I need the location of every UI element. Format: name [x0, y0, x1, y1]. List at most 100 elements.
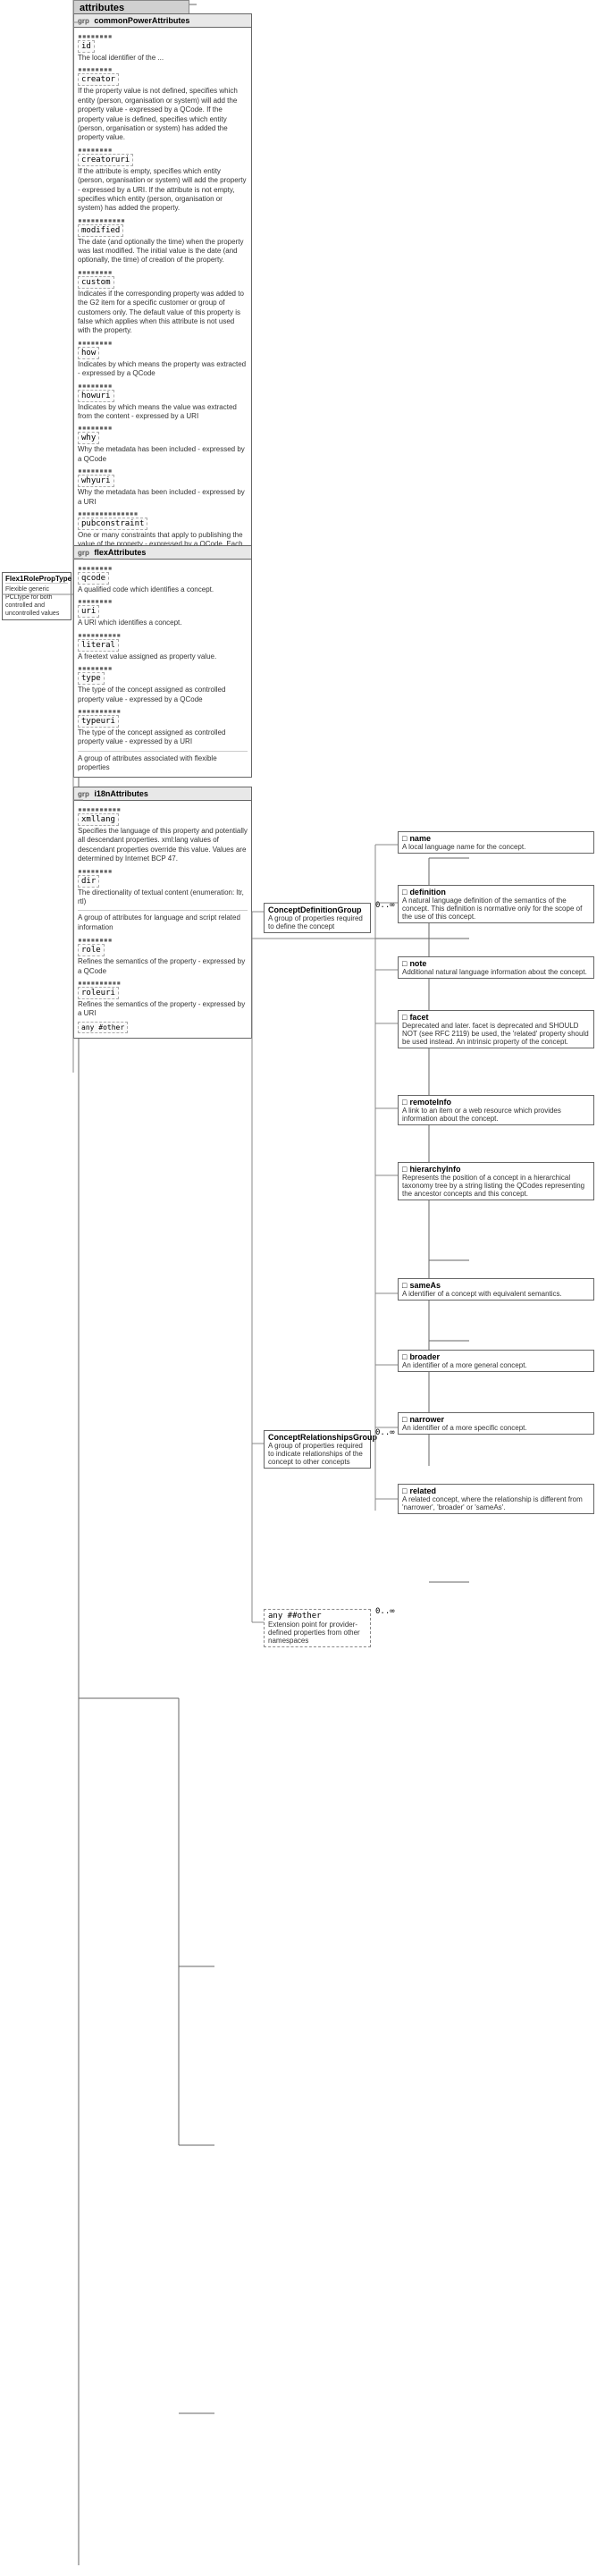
any-other-bottom-box: any ##other Extension point for provider…	[264, 1609, 371, 1647]
field-custom-desc: Indicates if the corresponding property …	[78, 290, 248, 336]
hierarchy-info-icon: □	[402, 1165, 407, 1174]
field-creator-name: creator	[78, 73, 119, 86]
field-how-desc: Indicates by which means the property wa…	[78, 360, 248, 379]
facet-box: □ facet Deprecated and later. facet is d…	[398, 1010, 594, 1048]
definition-icon: □	[402, 888, 407, 897]
narrower-icon: □	[402, 1415, 407, 1424]
field-howuri-desc: Indicates by which means the value was e…	[78, 403, 248, 422]
field-creator: ▪▪▪▪▪▪▪▪ creator If the property value i…	[78, 65, 248, 142]
name-field: name	[409, 834, 431, 843]
field-xmllang: ▪▪▪▪▪▪▪▪▪▪ xmllang Specifies the languag…	[78, 805, 248, 864]
hierarchy-info-box: □ hierarchyInfo Represents the position …	[398, 1162, 594, 1200]
flex-attributes-title-text: flexAttributes	[94, 548, 146, 557]
field-custom-name: custom	[78, 276, 114, 289]
i18n-attributes-title: grp i18nAttributes	[74, 787, 251, 801]
field-literal-name: literal	[78, 639, 119, 652]
note-icon: □	[402, 959, 407, 968]
field-literal: ▪▪▪▪▪▪▪▪▪▪ literal A freetext value assi…	[78, 631, 248, 661]
any-other-bottom-desc: Extension point for provider-defined pro…	[268, 1621, 366, 1645]
common-power-title: grp commonPowerAttributes	[74, 14, 251, 28]
concept-rel-title: ConceptRelationshipsGroup	[268, 1433, 366, 1442]
field-why: ▪▪▪▪▪▪▪▪ why Why the metadata has been i…	[78, 424, 248, 464]
field-type: ▪▪▪▪▪▪▪▪ type The type of the concept as…	[78, 664, 248, 704]
field-id-desc: The local identifier of the ...	[78, 54, 248, 63]
field-why-desc: Why the metadata has been included - exp…	[78, 445, 248, 464]
field-qcode-name: qcode	[78, 572, 109, 585]
same-as-desc: A identifier of a concept with equivalen…	[402, 1290, 590, 1298]
concept-def-multiplicity: 0..∞	[375, 901, 395, 910]
facet-icon: □	[402, 1013, 407, 1022]
field-how: ▪▪▪▪▪▪▪▪ how Indicates by which means th…	[78, 339, 248, 379]
concept-definition-group-connector: ConceptDefinitionGroup A group of proper…	[264, 903, 371, 933]
field-whyuri: ▪▪▪▪▪▪▪▪ whyuri Why the metadata has bee…	[78, 467, 248, 507]
definition-desc: A natural language definition of the sem…	[402, 897, 590, 921]
any-other-bottom-name: any ##other	[268, 1612, 366, 1621]
field-modified-desc: The date (and optionally the time) when …	[78, 238, 248, 265]
field-pubconstraint-name: pubconstraint	[78, 518, 147, 530]
field-creatoruri: ▪▪▪▪▪▪▪▪ creatoruri If the attribute is …	[78, 146, 248, 214]
field-why-name: why	[78, 432, 99, 444]
field-role-desc: Refines the semantics of the property - …	[78, 957, 248, 976]
name-desc: A local language name for the concept.	[402, 843, 590, 851]
field-creatoruri-name: creatoruri	[78, 154, 133, 166]
field-modified-name: modified	[78, 224, 123, 237]
definition-box: □ definition A natural language definiti…	[398, 885, 594, 923]
i18n-attributes-content: ▪▪▪▪▪▪▪▪▪▪ xmllang Specifies the languag…	[74, 801, 251, 1038]
field-roleuri-name: roleuri	[78, 987, 119, 999]
field-qcode: ▪▪▪▪▪▪▪▪ qcode A qualified code which id…	[78, 564, 248, 594]
field-uri-name: uri	[78, 605, 99, 618]
i18n-bottom-desc: A group of attributes for language and s…	[78, 910, 248, 932]
narrower-box: □ narrower An identifier of a more speci…	[398, 1412, 594, 1435]
note-field: note	[409, 959, 426, 968]
diagram-container: attributes grp commonPowerAttributes ▪▪▪…	[0, 0, 605, 2576]
note-box: □ note Additional natural language infor…	[398, 956, 594, 979]
concept-rel-multiplicity: 0..∞	[375, 1428, 395, 1437]
concept-def-title: ConceptDefinitionGroup	[268, 905, 366, 914]
flex-attributes-content: ▪▪▪▪▪▪▪▪ qcode A qualified code which id…	[74, 560, 251, 777]
field-custom: ▪▪▪▪▪▪▪▪ custom Indicates if the corresp…	[78, 268, 248, 336]
field-roleuri-desc: Refines the semantics of the property - …	[78, 1000, 248, 1019]
flex1-role-prop-type-label: Flex1RolePropType Flexible generic PCLty…	[2, 572, 71, 620]
field-role: ▪▪▪▪▪▪▪▪ role Refines the semantics of t…	[78, 936, 248, 976]
field-any-other-name: any #other	[78, 1022, 128, 1033]
broader-desc: An identifier of a more general concept.	[402, 1361, 590, 1369]
title-text: attributes	[80, 3, 124, 13]
flex1-desc: Flexible generic PCLtype for both contro…	[5, 585, 68, 618]
field-creator-desc: If the property value is not defined, sp…	[78, 87, 248, 142]
field-typeuri: ▪▪▪▪▪▪▪▪▪▪ typeuri The type of the conce…	[78, 707, 248, 747]
field-dir: ▪▪▪▪▪▪▪▪ dir The directionality of textu…	[78, 867, 248, 907]
remote-info-icon: □	[402, 1098, 407, 1107]
field-roleuri: ▪▪▪▪▪▪▪▪▪▪ roleuri Refines the semantics…	[78, 979, 248, 1019]
same-as-field: sameAs	[409, 1281, 441, 1290]
field-how-name: how	[78, 347, 99, 359]
field-whyuri-desc: Why the metadata has been included - exp…	[78, 488, 248, 507]
narrower-desc: An identifier of a more specific concept…	[402, 1424, 590, 1432]
related-box: □ related A related concept, where the r…	[398, 1484, 594, 1514]
flex-attributes-box: grp flexAttributes ▪▪▪▪▪▪▪▪ qcode A qual…	[73, 545, 252, 778]
field-type-name: type	[78, 672, 105, 685]
field-id-name: id	[78, 40, 95, 53]
related-field: related	[409, 1486, 436, 1495]
definition-field: definition	[409, 888, 446, 897]
note-desc: Additional natural language information …	[402, 968, 590, 976]
broader-box: □ broader An identifier of a more genera…	[398, 1350, 594, 1372]
hierarchy-info-field: hierarchyInfo	[409, 1165, 460, 1174]
common-power-title-text: commonPowerAttributes	[94, 16, 189, 25]
name-icon: □	[402, 834, 407, 843]
field-role-name: role	[78, 944, 105, 956]
field-howuri-name: howuri	[78, 390, 114, 402]
field-uri: ▪▪▪▪▪▪▪▪ uri A URI which identifies a co…	[78, 597, 248, 627]
field-howuri: ▪▪▪▪▪▪▪▪ howuri Indicates by which means…	[78, 382, 248, 422]
field-uri-desc: A URI which identifies a concept.	[78, 619, 248, 627]
remote-info-field: remoteInfo	[409, 1098, 451, 1107]
field-literal-desc: A freetext value assigned as property va…	[78, 652, 248, 661]
related-icon: □	[402, 1486, 407, 1495]
concept-rel-desc: A group of properties required to indica…	[268, 1442, 366, 1466]
broader-icon: □	[402, 1352, 407, 1361]
i18n-attributes-box: grp i18nAttributes ▪▪▪▪▪▪▪▪▪▪ xmllang Sp…	[73, 787, 252, 1039]
facet-field: facet	[409, 1013, 428, 1022]
flex1-title: Flex1RolePropType	[5, 575, 68, 584]
field-typeuri-desc: The type of the concept assigned as cont…	[78, 728, 248, 747]
concept-relationships-group-connector: ConceptRelationshipsGroup A group of pro…	[264, 1430, 371, 1469]
field-xmllang-name: xmllang	[78, 813, 119, 826]
